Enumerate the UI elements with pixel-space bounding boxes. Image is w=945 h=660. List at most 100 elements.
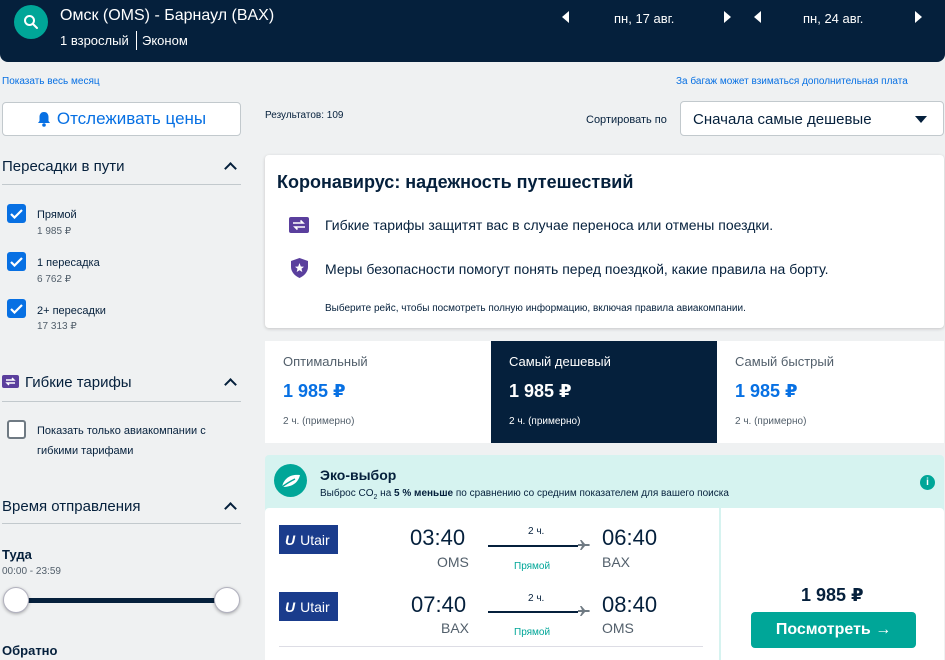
caret-down-icon: [915, 116, 927, 123]
departure-airport: BAX: [441, 620, 470, 636]
departure-time-title: Время отправления: [2, 498, 141, 515]
divider: [2, 184, 241, 185]
flex-option-label-line1[interactable]: Показать только авиакомпании с: [37, 425, 206, 437]
airline-name: Utair: [300, 531, 330, 548]
airline-name: Utair: [300, 598, 330, 615]
divider: [279, 646, 703, 647]
plane-icon: [578, 606, 590, 616]
arrival-time: 08:40: [602, 592, 658, 617]
search-button[interactable]: [14, 5, 48, 39]
tab-duration: 2 ч. (примерно): [509, 416, 581, 427]
tab-fastest[interactable]: Самый быстрый 1 985 ₽ 2 ч. (примерно): [717, 341, 944, 443]
sort-selected-value: Сначала самые дешевые: [693, 111, 872, 128]
return-label: Обратно: [2, 643, 58, 658]
departure-time: 03:40: [410, 525, 466, 550]
outbound-time-range: 00:00 - 23:59: [2, 566, 61, 577]
stops-option-label[interactable]: Прямой: [37, 209, 77, 221]
sort-label: Сортировать по: [586, 114, 667, 126]
stops-label: Прямой: [514, 627, 551, 638]
tab-duration: 2 ч. (примерно): [735, 416, 807, 427]
eco-desc-highlight: 5 % меньше: [394, 488, 454, 499]
flight-duration: 2 ч.: [528, 593, 545, 604]
departure-airport: OMS: [437, 554, 469, 570]
checkbox-2-plus-stops[interactable]: [7, 299, 26, 318]
safety-shield-icon: [291, 258, 308, 278]
outbound-slider-max-handle[interactable]: [214, 587, 240, 613]
prev-return-date-icon[interactable]: [754, 11, 761, 23]
arrival-airport: BAX: [602, 554, 631, 570]
utair-mark-icon: U: [285, 598, 296, 615]
show-month-link[interactable]: Показать весь месяц: [2, 76, 100, 87]
search-icon: [24, 15, 38, 29]
tab-name: Самый дешевый: [509, 354, 611, 369]
collapse-flex-icon[interactable]: [224, 378, 237, 391]
checkbox-direct[interactable]: [7, 204, 26, 223]
departure-time: 07:40: [411, 592, 467, 617]
view-deal-button[interactable]: Посмотреть →: [751, 612, 916, 648]
airline-logo: U Utair: [279, 592, 338, 621]
checkbox-flexible-airlines[interactable]: [7, 420, 26, 439]
depart-date[interactable]: пн, 17 авг.: [614, 11, 674, 26]
offer-price: 1 985 ₽: [801, 585, 864, 605]
eco-desc-text: по сравнению со средним показателем для …: [453, 488, 729, 499]
bell-icon: [37, 112, 50, 127]
stops-option-label[interactable]: 1 пересадка: [37, 257, 100, 269]
flight-itinerary-card[interactable]: U Utair 03:40 OMS 2 ч. Прямой 06:40 BAX …: [265, 508, 719, 660]
eco-desc-text: на: [377, 488, 395, 499]
info-icon[interactable]: i: [920, 475, 935, 490]
checkmark-icon: [10, 303, 23, 314]
eco-description: Выброс CO2 на 5 % меньше по сравнению со…: [320, 488, 729, 501]
passengers-summary[interactable]: 1 взрослый: [60, 33, 129, 48]
plane-icon: [578, 540, 590, 550]
divider: [2, 401, 241, 402]
next-depart-date-icon[interactable]: [724, 11, 731, 23]
track-prices-button[interactable]: Отслеживать цены: [2, 102, 241, 136]
collapse-stops-icon[interactable]: [224, 162, 237, 175]
next-return-date-icon[interactable]: [915, 11, 922, 23]
offer-price-card: 1 985 ₽ Посмотреть →: [721, 508, 944, 660]
checkmark-icon: [10, 208, 23, 219]
collapse-time-icon[interactable]: [224, 502, 237, 515]
covid-info-card: Коронавирус: надежность путешествий Гибк…: [265, 155, 944, 328]
eco-title: Эко-выбор: [320, 467, 397, 483]
flight-line: [488, 545, 578, 547]
stops-label: Прямой: [514, 561, 551, 572]
tab-price: 1 985 ₽: [283, 381, 346, 401]
tab-cheapest[interactable]: Самый дешевый 1 985 ₽ 2 ч. (примерно): [491, 341, 717, 443]
search-summary-header: Омск (OMS) - Барнаул (BAX) 1 взрослый Эк…: [0, 0, 945, 62]
flight-duration: 2 ч.: [528, 526, 545, 537]
route-title[interactable]: Омск (OMS) - Барнаул (BAX): [60, 7, 274, 25]
tab-best[interactable]: Оптимальный 1 985 ₽ 2 ч. (примерно): [265, 341, 491, 443]
checkbox-1-stop[interactable]: [7, 252, 26, 271]
tab-name: Оптимальный: [283, 354, 368, 369]
results-count: Результатов: 109: [265, 110, 344, 121]
divider: [2, 523, 241, 524]
airline-logo: U Utair: [279, 525, 338, 554]
flight-line: [488, 611, 578, 613]
tab-price: 1 985 ₽: [509, 381, 572, 401]
covid-note: Выберите рейс, чтобы посмотреть полную и…: [325, 303, 746, 314]
stops-option-label[interactable]: 2+ пересадки: [37, 305, 106, 317]
track-prices-label: Отслеживать цены: [56, 109, 207, 128]
arrival-time: 06:40: [602, 525, 658, 550]
utair-mark-icon: U: [285, 531, 296, 548]
prev-depart-date-icon[interactable]: [562, 11, 569, 23]
return-date[interactable]: пн, 24 авг.: [803, 11, 863, 26]
covid-safety-line: Меры безопасности помогут понять перед п…: [325, 261, 829, 277]
outbound-slider-track[interactable]: [15, 598, 227, 603]
tab-duration: 2 ч. (примерно): [283, 416, 355, 427]
summary-divider: [136, 31, 137, 50]
stops-option-price: 6 762 ₽: [37, 274, 72, 285]
outbound-slider-min-handle[interactable]: [3, 587, 29, 613]
flex-option-label-line2[interactable]: гибкими тарифами: [37, 445, 133, 457]
flexible-fare-icon: [289, 217, 309, 233]
stops-filter-title: Пересадки в пути: [2, 158, 125, 175]
covid-title: Коронавирус: надежность путешествий: [277, 172, 634, 192]
sort-select[interactable]: Сначала самые дешевые: [680, 101, 944, 136]
flex-filter-title: Гибкие тарифы: [25, 374, 132, 391]
arrival-airport: OMS: [602, 620, 634, 636]
eco-desc-text: Выброс CO: [320, 488, 374, 499]
stops-option-price: 1 985 ₽: [37, 226, 72, 237]
cabin-class[interactable]: Эконом: [142, 33, 188, 48]
baggage-fee-link[interactable]: За багаж может взиматься дополнительная …: [676, 76, 908, 87]
